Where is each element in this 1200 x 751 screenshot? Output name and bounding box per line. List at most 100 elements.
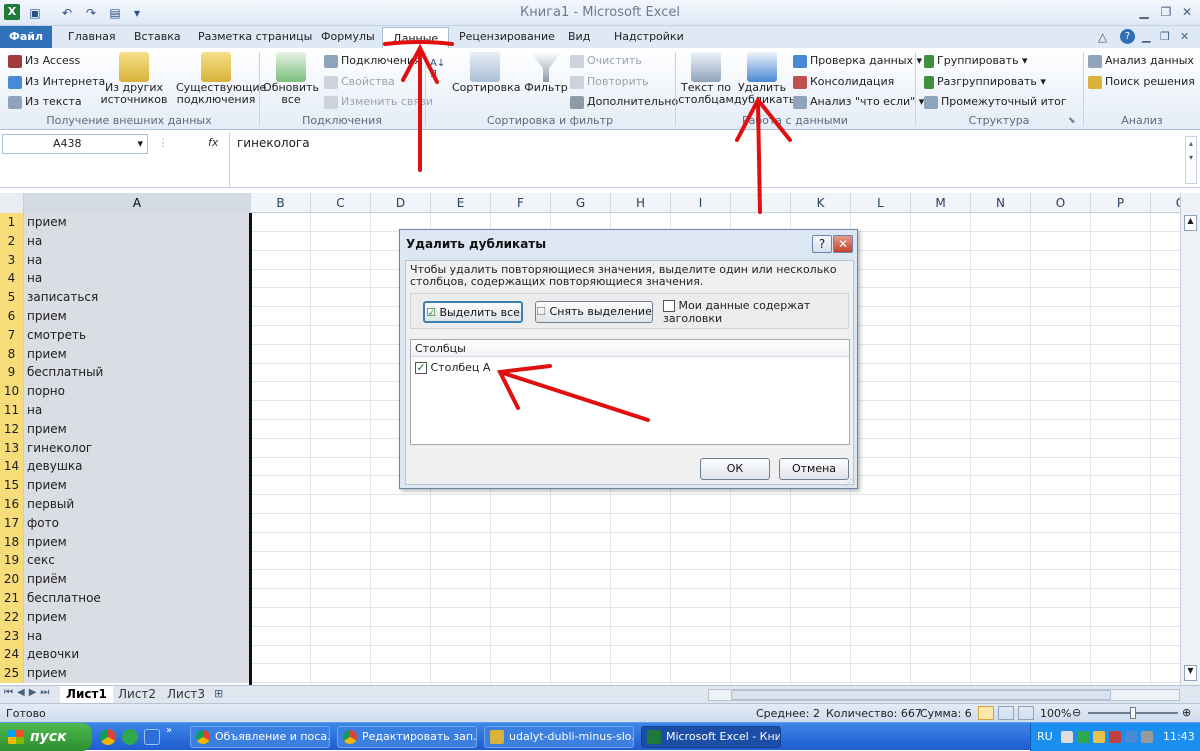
ie-quicklaunch-icon[interactable] — [144, 729, 160, 745]
row-header[interactable]: 15 — [0, 476, 24, 496]
column-header-a[interactable]: A — [24, 193, 251, 213]
row-header[interactable]: 24 — [0, 645, 24, 665]
ok-button[interactable]: ОК — [700, 458, 770, 480]
sheet-tab-1[interactable]: Лист1 — [60, 686, 113, 704]
row-header[interactable]: 14 — [0, 457, 24, 477]
row-header[interactable]: 13 — [0, 438, 24, 458]
language-indicator[interactable]: RU — [1037, 730, 1053, 743]
from-text-button[interactable]: Из текста — [8, 95, 82, 109]
column-header-d[interactable]: D — [371, 193, 431, 213]
chrome-quicklaunch-icon[interactable] — [100, 729, 116, 745]
name-box-dropdown-icon[interactable]: ▾ — [137, 135, 143, 153]
tab-insert[interactable]: Вставка — [124, 26, 191, 48]
row-header[interactable]: 21 — [0, 589, 24, 608]
help-icon[interactable]: ? — [1120, 29, 1135, 44]
cell-a[interactable]: на — [24, 401, 251, 420]
cell-a[interactable]: прием — [24, 307, 251, 326]
zoom-slider[interactable] — [1088, 707, 1178, 719]
sheet-tab-3[interactable]: Лист3 — [161, 686, 211, 704]
data-validation-button[interactable]: Проверка данных ▾ — [793, 54, 922, 68]
sheet-nav-arrows-icon[interactable]: ⏮◀▶⏭ — [4, 687, 53, 698]
sort-button[interactable]: Сортировка — [452, 52, 521, 94]
start-button[interactable]: пуск — [0, 723, 92, 751]
cell-a[interactable]: записаться — [24, 288, 251, 308]
row-header[interactable]: 25 — [0, 664, 24, 684]
workbook-close-icon[interactable]: ✕ — [1180, 30, 1189, 43]
vertical-scrollbar[interactable]: ▲ ▼ — [1180, 193, 1200, 685]
column-header-l[interactable]: L — [851, 193, 911, 213]
dialog-close-button[interactable]: ✕ — [833, 235, 853, 253]
ungroup-button[interactable]: Разгруппировать ▾ — [924, 75, 1046, 89]
row-header[interactable]: 6 — [0, 307, 24, 326]
page-layout-view-icon[interactable] — [998, 706, 1014, 720]
properties-button[interactable]: Свойства — [324, 75, 395, 89]
horizontal-scroll-thumb[interactable] — [731, 690, 1111, 700]
outline-dialog-launcher-icon[interactable]: ⬊ — [1068, 116, 1076, 126]
cell-a[interactable]: на — [24, 250, 251, 270]
tab-review[interactable]: Рецензирование — [449, 26, 565, 48]
cell-a[interactable]: девочки — [24, 645, 251, 665]
row-header[interactable]: 7 — [0, 325, 24, 345]
row-header[interactable]: 12 — [0, 419, 24, 439]
column-header-i[interactable]: I — [671, 193, 731, 213]
existing-connections-button[interactable]: Существующие подключения — [176, 52, 266, 106]
cell-a[interactable]: прием — [24, 213, 251, 232]
close-icon[interactable]: ✕ — [1176, 4, 1198, 20]
cancel-button[interactable]: Отмена — [779, 458, 849, 480]
formula-input[interactable]: гинеколога — [237, 136, 310, 150]
taskbar-item-folder[interactable]: udalyt-dubli-minus-slo... — [484, 726, 634, 748]
tab-home[interactable]: Главная — [58, 26, 126, 48]
horizontal-scrollbar[interactable] — [708, 689, 1180, 701]
select-all-button[interactable]: ☑ Выделить все — [423, 301, 523, 323]
column-header-k[interactable]: K — [791, 193, 851, 213]
clear-selection-button[interactable]: ☐ Снять выделение — [535, 301, 653, 323]
column-a-item[interactable]: ✓ Столбец A — [415, 361, 490, 374]
row-header[interactable]: 5 — [0, 288, 24, 308]
solver-button[interactable]: Поиск решения — [1088, 75, 1195, 89]
cell-a[interactable]: первый — [24, 495, 251, 514]
tray-icon-3[interactable] — [1093, 731, 1105, 743]
cell-a[interactable]: на — [24, 231, 251, 251]
column-header-j[interactable]: J — [731, 193, 791, 213]
minimize-icon[interactable]: ▁ — [1133, 4, 1155, 20]
cell-a[interactable]: прием — [24, 344, 251, 364]
volume-icon[interactable] — [1141, 731, 1153, 743]
tray-icon-2[interactable] — [1077, 731, 1089, 743]
taskbar-item-chrome-2[interactable]: Редактировать зап... — [337, 726, 477, 748]
row-header[interactable]: 10 — [0, 382, 24, 402]
row-header[interactable]: 2 — [0, 231, 24, 251]
other-sources-button[interactable]: Из других источников — [100, 52, 168, 106]
column-header-p[interactable]: P — [1091, 193, 1151, 213]
cell-a[interactable]: прием — [24, 532, 251, 552]
has-headers-checkbox[interactable]: Мои данные содержат заголовки — [663, 299, 848, 325]
remove-duplicates-button[interactable]: Удалить дубликаты — [734, 52, 798, 106]
column-header-h[interactable]: H — [611, 193, 671, 213]
row-header[interactable]: 8 — [0, 344, 24, 364]
row-header[interactable]: 4 — [0, 269, 24, 289]
cell-a[interactable]: гинеколог — [24, 438, 251, 458]
minimize-ribbon-icon[interactable]: △ — [1098, 30, 1107, 44]
column-header-e[interactable]: E — [431, 193, 491, 213]
row-header[interactable]: 17 — [0, 513, 24, 533]
cell-a[interactable]: прием — [24, 419, 251, 439]
data-analysis-button[interactable]: Анализ данных — [1088, 54, 1194, 68]
row-header[interactable]: 11 — [0, 401, 24, 420]
formula-scroll-icon[interactable]: ▴ ▾ — [1185, 136, 1197, 184]
from-access-button[interactable]: Из Access — [8, 54, 80, 68]
tab-data[interactable]: Данные — [382, 27, 450, 49]
column-header-n[interactable]: N — [971, 193, 1031, 213]
restore-icon[interactable]: ❐ — [1155, 4, 1177, 20]
cell-a[interactable]: бесплатное — [24, 589, 251, 608]
quicklaunch-expand-icon[interactable]: » — [166, 725, 172, 736]
row-header[interactable]: 9 — [0, 363, 24, 383]
insert-sheet-icon[interactable]: ⊞ — [214, 687, 223, 700]
column-header-m[interactable]: M — [911, 193, 971, 213]
column-header-f[interactable]: F — [491, 193, 551, 213]
edit-links-button[interactable]: Изменить связи — [324, 95, 433, 109]
cell-a[interactable]: порно — [24, 382, 251, 402]
filter-button[interactable]: Фильтр — [524, 52, 568, 94]
cell-a[interactable]: девушка — [24, 457, 251, 477]
tab-view[interactable]: Вид — [558, 26, 600, 48]
name-box[interactable]: A438 ▾ — [2, 134, 148, 154]
reapply-button[interactable]: Повторить — [570, 75, 649, 89]
